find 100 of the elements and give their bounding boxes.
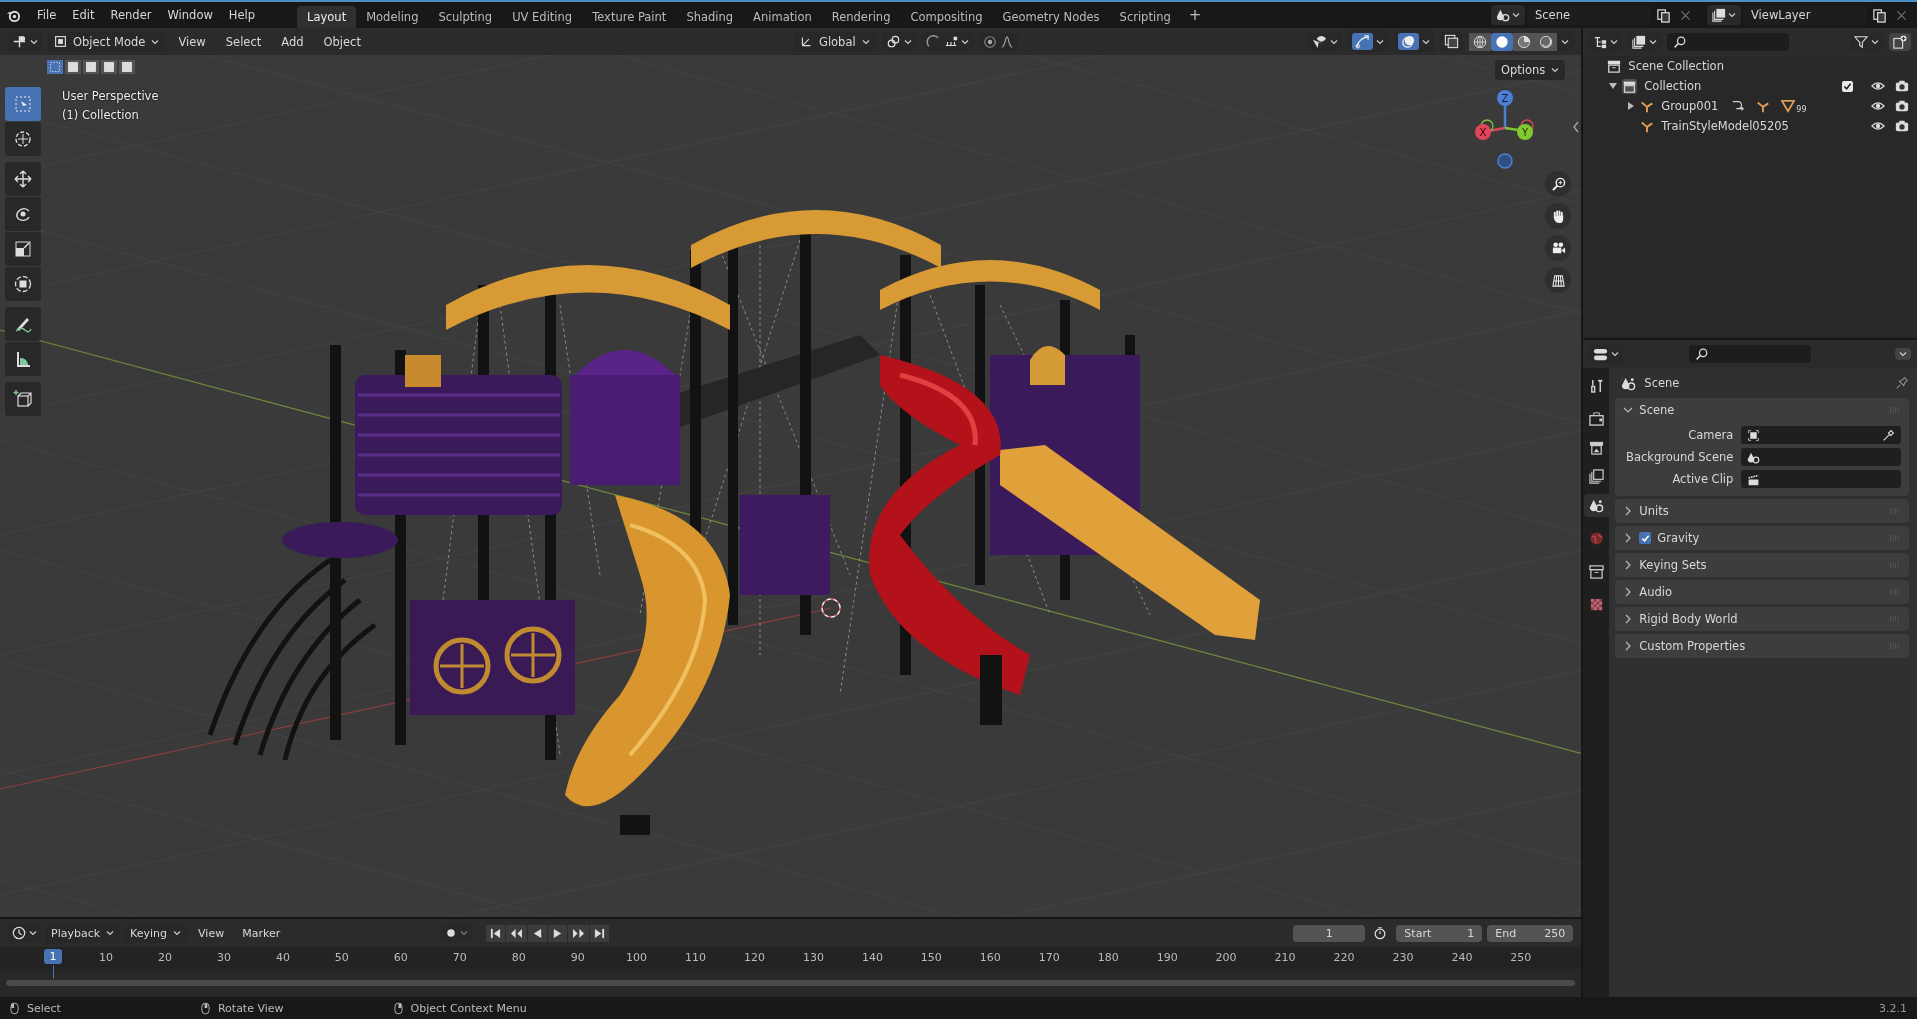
- menu-item[interactable]: View: [171, 34, 213, 49]
- menu-item[interactable]: View: [191, 926, 232, 940]
- tool-button[interactable]: [5, 382, 41, 416]
- tool-button[interactable]: [5, 267, 41, 301]
- camera-view-button[interactable]: [1545, 235, 1572, 261]
- tool-button[interactable]: [5, 232, 41, 266]
- workspace-tab[interactable]: Rendering: [821, 6, 901, 28]
- workspace-tab[interactable]: Sculpting: [428, 6, 503, 28]
- panel-title[interactable]: Scene: [1639, 403, 1675, 417]
- menu-item[interactable]: Marker: [235, 926, 288, 940]
- properties-tab[interactable]: [1583, 494, 1609, 517]
- zoom-button[interactable]: [1545, 171, 1572, 197]
- play-reverse-button[interactable]: [528, 924, 548, 942]
- menu-item[interactable]: File: [29, 8, 65, 22]
- navigation-gizmo[interactable]: Z X Y: [1471, 90, 1552, 180]
- object-field[interactable]: [1741, 448, 1901, 466]
- rendered-shading-button[interactable]: [1535, 32, 1558, 51]
- jump-to-start-button[interactable]: [486, 924, 506, 942]
- collapsed-arrow-icon[interactable]: [1627, 102, 1636, 110]
- menu-item[interactable]: Edit: [64, 8, 103, 22]
- new-collection-button[interactable]: [1889, 33, 1911, 51]
- workspace-tab[interactable]: Compositing: [900, 6, 993, 28]
- search-field[interactable]: [1667, 33, 1790, 51]
- menu-dropdown[interactable]: Keying: [124, 923, 188, 943]
- material-shading-button[interactable]: [1513, 32, 1536, 51]
- eye-icon[interactable]: [1871, 99, 1885, 113]
- camera-icon[interactable]: [1895, 79, 1909, 93]
- close-icon[interactable]: [1895, 8, 1908, 22]
- options-dropdown[interactable]: [1895, 348, 1911, 360]
- menu-item[interactable]: Help: [220, 8, 264, 22]
- orientation-dropdown[interactable]: Global: [793, 31, 876, 52]
- workspace-tab[interactable]: Geometry Nodes: [992, 6, 1110, 28]
- solid-shading-button[interactable]: [1491, 32, 1514, 51]
- previous-keyframe-button[interactable]: [506, 924, 528, 942]
- workspace-tab[interactable]: Layout: [297, 6, 357, 28]
- view-layer-selector-button[interactable]: [1707, 5, 1741, 25]
- workspace-tab[interactable]: Animation: [743, 6, 822, 28]
- add-workspace-button[interactable]: +: [1180, 6, 1210, 24]
- pin-icon[interactable]: [1895, 376, 1909, 390]
- workspace-tab[interactable]: Modeling: [356, 6, 429, 28]
- overlays-toggle-button[interactable]: [1398, 33, 1420, 50]
- panel-title[interactable]: Gravity: [1657, 531, 1700, 545]
- checkbox[interactable]: [1639, 532, 1652, 544]
- tree-item[interactable]: TrainStyleModel05205: [1659, 119, 1791, 133]
- object-field[interactable]: [1741, 470, 1901, 488]
- tool-button[interactable]: [5, 307, 41, 341]
- search-field[interactable]: [1689, 345, 1812, 363]
- pan-button[interactable]: [1545, 203, 1572, 229]
- tree-item[interactable]: Collection: [1642, 79, 1704, 93]
- panel-title[interactable]: Audio: [1639, 585, 1673, 599]
- eyedropper-icon[interactable]: [1882, 428, 1895, 442]
- camera-icon[interactable]: [1895, 119, 1909, 133]
- workspace-tab[interactable]: Texture Paint: [582, 6, 677, 28]
- panel-title[interactable]: Rigid Body World: [1639, 612, 1738, 626]
- tool-button[interactable]: [5, 162, 41, 196]
- gizmo-toggle-button[interactable]: [1352, 33, 1374, 50]
- tree-item[interactable]: Scene Collection: [1626, 59, 1726, 73]
- mode-dropdown[interactable]: Object Mode: [48, 31, 166, 52]
- tool-button[interactable]: [5, 197, 41, 231]
- tool-button[interactable]: [5, 342, 41, 376]
- menu-item[interactable]: Select: [218, 34, 269, 49]
- menu-dropdown[interactable]: Playback: [45, 923, 121, 943]
- options-dropdown[interactable]: Options: [1494, 60, 1566, 80]
- copy-icon[interactable]: [1656, 7, 1671, 23]
- selection-mode-button[interactable]: [119, 60, 135, 74]
- end-frame-field[interactable]: End 250: [1487, 924, 1574, 942]
- menu-item[interactable]: Window: [159, 8, 221, 22]
- next-keyframe-button[interactable]: [568, 924, 590, 942]
- scene-selector-button[interactable]: [1491, 5, 1525, 25]
- selection-mode-button[interactable]: [47, 60, 63, 74]
- selection-mode-button[interactable]: [83, 60, 99, 74]
- scrollbar[interactable]: [6, 980, 1576, 986]
- close-icon[interactable]: [1679, 8, 1692, 22]
- panel-title[interactable]: Units: [1639, 504, 1669, 518]
- workspace-tab[interactable]: Shading: [676, 6, 744, 28]
- jump-to-end-button[interactable]: [590, 924, 610, 942]
- scene-name-field[interactable]: Scene: [1527, 5, 1651, 25]
- menu-item[interactable]: Render: [102, 8, 160, 22]
- workspace-tab[interactable]: Scripting: [1109, 6, 1181, 28]
- menu-item[interactable]: Add: [274, 34, 311, 49]
- projection-button[interactable]: [1545, 267, 1572, 293]
- chevron-down-icon[interactable]: [1623, 405, 1634, 415]
- stopwatch-icon[interactable]: [1373, 926, 1388, 940]
- eye-icon[interactable]: [1871, 79, 1885, 93]
- panel-title[interactable]: Keying Sets: [1639, 558, 1707, 572]
- copy-icon[interactable]: [1872, 7, 1887, 23]
- object-field[interactable]: [1741, 426, 1901, 444]
- panel-title[interactable]: Custom Properties: [1639, 639, 1746, 653]
- current-frame-indicator[interactable]: 1: [44, 949, 62, 964]
- menu-item[interactable]: Object: [316, 34, 368, 49]
- eye-icon[interactable]: [1871, 119, 1885, 133]
- selection-mode-button[interactable]: [65, 60, 81, 74]
- tool-button[interactable]: [5, 122, 41, 156]
- expanded-arrow-icon[interactable]: [1609, 82, 1618, 90]
- camera-icon[interactable]: [1895, 99, 1909, 113]
- start-frame-field[interactable]: Start 1: [1396, 924, 1483, 942]
- view-layer-name-field[interactable]: ViewLayer: [1743, 5, 1867, 25]
- workspace-tab[interactable]: UV Editing: [502, 6, 583, 28]
- current-frame-field[interactable]: 1: [1293, 924, 1366, 942]
- exclude-checkbox[interactable]: [1842, 80, 1853, 92]
